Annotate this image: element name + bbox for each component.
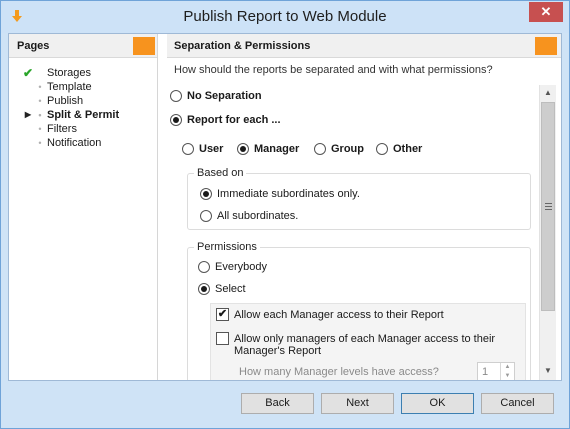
entity-option-manager[interactable]: Manager: [237, 143, 300, 156]
allow-each-manager-label: Allow each Manager access to their Repor…: [234, 308, 444, 321]
stepper-up-icon[interactable]: ▲: [501, 363, 514, 372]
radio-button[interactable]: [200, 210, 212, 223]
radio-button[interactable]: [198, 283, 210, 296]
page-item-label: Filters: [47, 123, 77, 135]
checkbox[interactable]: [216, 332, 229, 345]
page-list: ✔ Storages • Template • Publish ▶ • Spli…: [19, 66, 119, 150]
page-item-publish[interactable]: • Publish: [19, 94, 119, 108]
page-item-split-permit[interactable]: ▶ • Split & Permit: [19, 108, 119, 122]
based-on-option-label: Immediate subordinates only.: [217, 188, 360, 201]
page-item-label: Storages: [47, 67, 92, 79]
manager-levels-label: How many Manager levels have access?: [239, 366, 439, 378]
manager-levels-value: 1: [482, 366, 489, 378]
entity-option-other[interactable]: Other: [376, 143, 423, 156]
allow-only-managers-checkbox[interactable]: Allow only managers of each Manager acce…: [216, 332, 495, 345]
radio-button[interactable]: [170, 90, 182, 103]
cancel-button[interactable]: Cancel: [481, 393, 554, 414]
entity-option-label: Group: [331, 143, 364, 156]
allow-only-managers-label: Allow only managers of each Manager acce…: [234, 332, 496, 345]
checkbox[interactable]: ✔: [216, 308, 229, 321]
stepper-down-icon[interactable]: ▼: [501, 372, 514, 380]
radio-button[interactable]: [200, 188, 212, 201]
page-item-filters[interactable]: • Filters: [19, 122, 119, 136]
based-on-group: Based on Immediate subordinates only. Al…: [187, 167, 531, 230]
pages-header-label: Pages: [17, 40, 50, 52]
radio-button[interactable]: [170, 114, 182, 127]
scrollbar-thumb[interactable]: [541, 102, 555, 311]
page-item-label: Split & Permit: [47, 109, 120, 121]
entity-option-user[interactable]: User: [182, 143, 224, 156]
based-on-legend: Based on: [194, 167, 247, 179]
radio-button[interactable]: [314, 143, 326, 156]
select-radio[interactable]: Select: [198, 283, 246, 296]
permissions-group: Permissions Everybody Select ✔ Allow each…: [187, 241, 531, 380]
next-button[interactable]: Next: [321, 393, 394, 414]
dialog-window: Publish Report to Web Module ✕ Pages ✔ S…: [0, 0, 570, 429]
pages-header: Pages: [9, 34, 157, 58]
no-separation-label: No Separation: [187, 90, 262, 103]
permissions-legend: Permissions: [194, 241, 260, 253]
dialog-body: Pages ✔ Storages • Template • Publish ▶: [8, 33, 562, 381]
bullet-icon: •: [38, 124, 42, 134]
entity-option-label: User: [199, 143, 224, 156]
report-for-each-label: Report for each ...: [187, 114, 281, 127]
permissions-option-label: Everybody: [215, 261, 267, 274]
back-button[interactable]: Back: [241, 393, 314, 414]
everybody-radio[interactable]: Everybody: [198, 261, 267, 274]
close-button[interactable]: ✕: [529, 2, 563, 22]
based-on-option-label: All subordinates.: [217, 210, 299, 223]
section-header-accent: [535, 37, 557, 55]
immediate-subordinates-radio[interactable]: Immediate subordinates only.: [200, 188, 360, 201]
section-header: Separation & Permissions: [167, 34, 561, 58]
vertical-scrollbar[interactable]: ▲ ▼: [539, 85, 556, 380]
page-item-label: Notification: [47, 137, 102, 149]
permissions-option-label: Select: [215, 283, 246, 296]
page-item-label: Publish: [47, 95, 84, 107]
page-item-label: Template: [47, 81, 92, 93]
manager-levels-stepper[interactable]: 1 ▲ ▼: [477, 362, 515, 380]
radio-button[interactable]: [237, 143, 249, 156]
content-panel: Separation & Permissions How should the …: [167, 34, 561, 380]
radio-button[interactable]: [198, 261, 210, 274]
scroll-down-icon[interactable]: ▼: [540, 363, 556, 379]
bullet-icon: •: [38, 82, 42, 92]
no-separation-radio[interactable]: No Separation: [170, 90, 262, 103]
ok-button[interactable]: OK: [401, 393, 474, 414]
entity-option-label: Manager: [254, 143, 300, 156]
select-options-box: ✔ Allow each Manager access to their Repo…: [210, 303, 526, 380]
allow-each-manager-checkbox[interactable]: ✔ Allow each Manager access to their Repo…: [216, 308, 444, 321]
entity-option-label: Other: [393, 143, 423, 156]
current-page-arrow-icon: ▶: [24, 110, 32, 119]
title-bar[interactable]: Publish Report to Web Module ✕: [1, 1, 569, 33]
page-item-storages[interactable]: ✔ Storages: [19, 66, 119, 80]
grip-icon: [545, 203, 552, 210]
check-icon: ✔: [23, 66, 34, 80]
bullet-icon: •: [38, 138, 42, 148]
page-item-notification[interactable]: • Notification: [19, 136, 119, 150]
stepper-buttons: ▲ ▼: [500, 363, 514, 380]
section-title: Separation & Permissions: [174, 40, 311, 52]
scroll-up-icon[interactable]: ▲: [540, 85, 556, 101]
radio-button[interactable]: [182, 143, 194, 156]
all-subordinates-radio[interactable]: All subordinates.: [200, 210, 299, 223]
section-question: How should the reports be separated and …: [174, 64, 493, 76]
window-title: Publish Report to Web Module: [183, 8, 387, 25]
bullet-icon: •: [38, 96, 42, 106]
entity-option-group[interactable]: Group: [314, 143, 364, 156]
report-for-each-radio[interactable]: Report for each ...: [170, 114, 281, 127]
radio-button[interactable]: [376, 143, 388, 156]
pages-panel: Pages ✔ Storages • Template • Publish ▶: [9, 34, 158, 380]
allow-only-managers-label-line2: Manager's Report: [234, 345, 322, 357]
bullet-icon: •: [38, 110, 42, 120]
page-item-template[interactable]: • Template: [19, 80, 119, 94]
pages-header-accent: [133, 37, 155, 55]
